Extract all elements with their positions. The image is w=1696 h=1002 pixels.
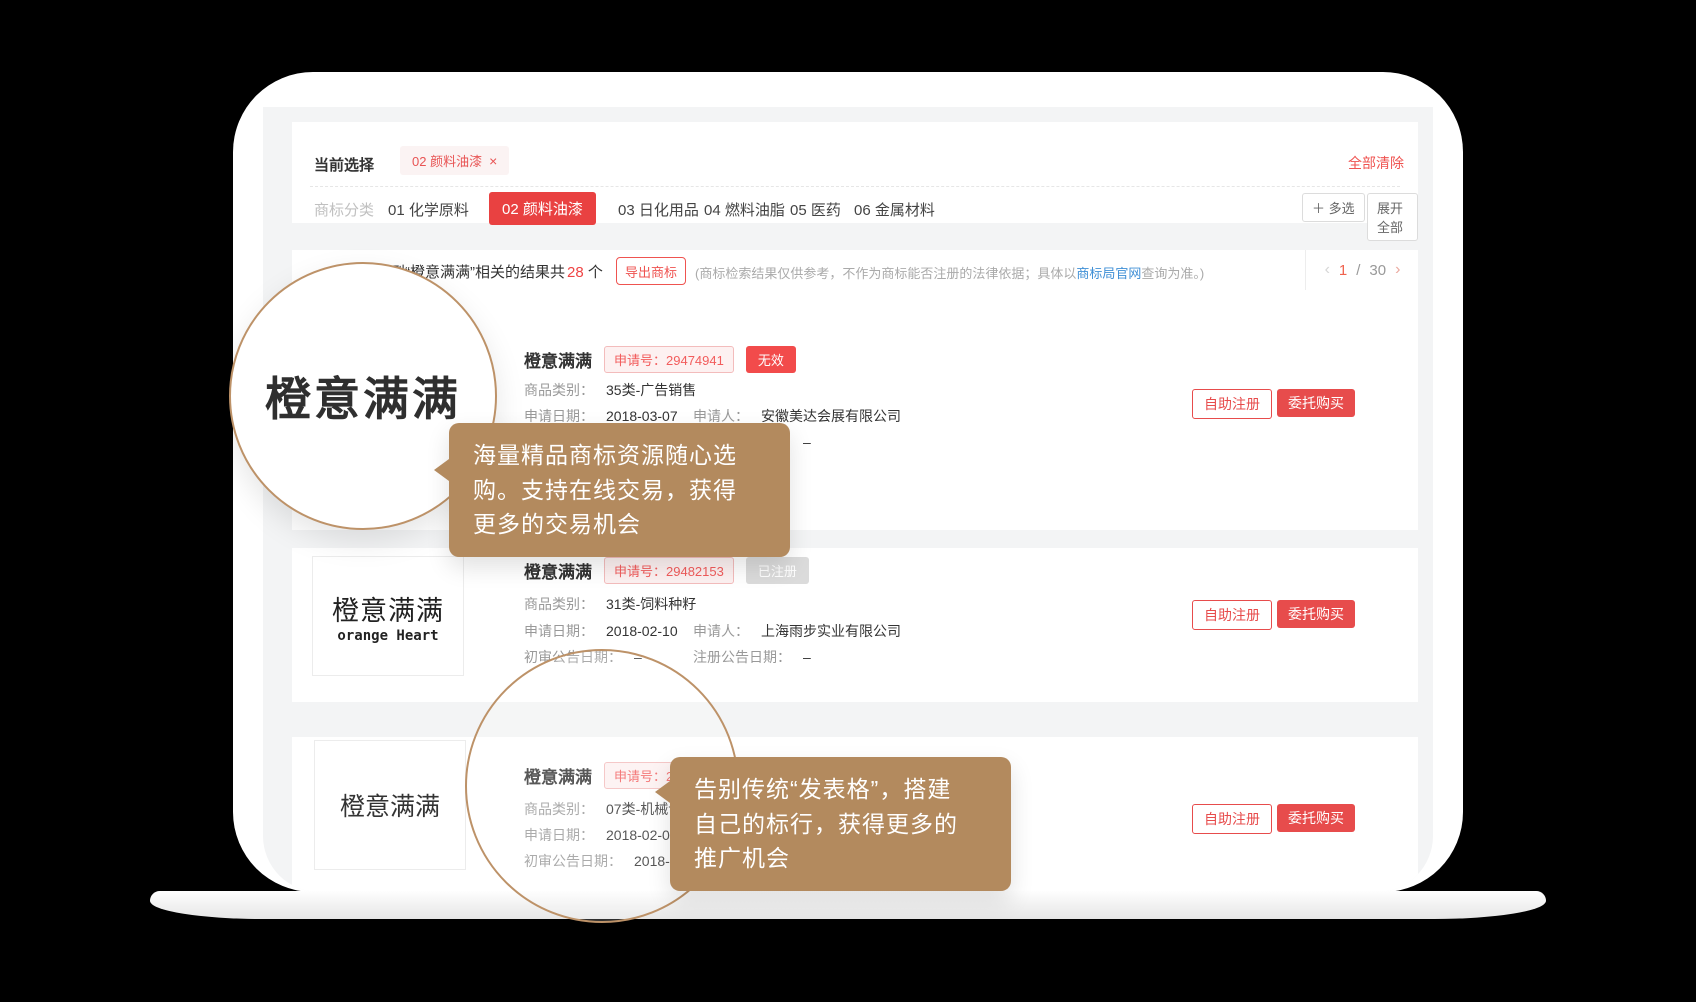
results-header: 检索到“橙意满满”相关的结果共28 个 导出商标 (商标检索结果仅供参考，不作为… <box>292 250 1418 291</box>
page-separator: / <box>1356 262 1360 279</box>
total-pages: 30 <box>1369 262 1386 279</box>
results-summary-suffix: 个 <box>588 264 603 281</box>
entrust-buy-button[interactable]: 委托购买 <box>1277 804 1355 832</box>
row2-title-line: 橙意满满 申请号：29482153 已注册 <box>524 557 809 583</box>
trademark-name: 橙意满满 <box>524 347 592 372</box>
trademark-image-text: 橙意满满 <box>332 589 444 628</box>
clear-all-button[interactable]: 全部清除 <box>1348 153 1404 173</box>
tooltip-marketplace: 海量精品商标资源随心选 购。支持在线交易，获得 更多的交易机会 <box>449 423 790 557</box>
result-row-2: 橙意满满 orange Heart 橙意满满 申请号：29482153 已注册 … <box>292 548 1418 702</box>
selected-filter-tag-text: 02 颜料油漆 <box>412 151 482 170</box>
row2-category-line: 商品类别：31类-饲料种籽 <box>524 594 696 614</box>
remove-filter-icon[interactable]: × <box>489 153 497 169</box>
category-item-03[interactable]: 03 日化用品 <box>618 199 699 220</box>
trademark-image-subtext: orange Heart <box>337 628 438 644</box>
category-item-06[interactable]: 06 金属材料 <box>854 199 935 220</box>
category-row-label: 商标分类 <box>314 199 374 220</box>
disclaimer-suffix: 查询为准。) <box>1141 266 1204 281</box>
row1-category-line: 商品类别：35类-广告销售 <box>524 380 696 400</box>
row2-applicant: 申请人：上海雨步实业有限公司 <box>693 621 901 641</box>
tooltip-arrow-left-icon <box>655 781 670 803</box>
selected-filter-tag[interactable]: 02 颜料油漆 × <box>400 146 509 175</box>
self-register-button[interactable]: 自助注册 <box>1192 600 1272 630</box>
trademark-image-text: 橙意满满 <box>340 787 440 823</box>
expand-all-button[interactable]: 展开全部 <box>1367 193 1418 241</box>
entrust-buy-button[interactable]: 委托购买 <box>1277 389 1355 417</box>
disclaimer-prefix: (商标检索结果仅供参考，不作为商标能否注册的法律依据；具体以 <box>695 266 1076 281</box>
current-page: 1 <box>1339 262 1347 279</box>
entrust-buy-button[interactable]: 委托购买 <box>1277 600 1355 628</box>
category-item-05[interactable]: 05 医药 <box>790 199 841 220</box>
status-badge-registered: 已注册 <box>746 557 809 584</box>
prev-page-icon[interactable]: ‹ <box>1325 261 1330 279</box>
trademark-name: 橙意满满 <box>524 558 592 583</box>
category-item-01[interactable]: 01 化学原料 <box>388 199 469 220</box>
category-item-02-selected[interactable]: 02 颜料油漆 <box>489 192 596 225</box>
row2-date-line: 申请日期：2018-02-10 申请人：上海雨步实业有限公司 <box>524 621 678 641</box>
laptop-base <box>150 891 1546 919</box>
trademark-image-2: 橙意满满 orange Heart <box>312 556 464 676</box>
status-badge-invalid: 无效 <box>746 346 796 373</box>
filter-card: 当前选择 02 颜料油漆 × 全部清除 商标分类 01 化学原料 02 颜料油漆… <box>292 122 1418 223</box>
export-trademark-button[interactable]: 导出商标 <box>616 257 686 285</box>
self-register-button[interactable]: 自助注册 <box>1192 389 1272 419</box>
magnified-trademark-text: 橙意满满 <box>265 363 461 429</box>
trademark-office-link[interactable]: 商标局官网 <box>1076 266 1141 281</box>
pagination: ‹ 1 / 30 › <box>1305 250 1419 290</box>
trademark-image-3: 橙意满满 <box>314 740 466 870</box>
multi-select-button[interactable]: ＋ 多选 <box>1302 193 1365 222</box>
row2-reg-notice: 注册公告日期：– <box>693 647 811 667</box>
row1-title-line: 橙意满满 申请号：29474941 无效 <box>524 346 796 372</box>
marketing-canvas: 当前选择 02 颜料油漆 × 全部清除 商标分类 01 化学原料 02 颜料油漆… <box>0 0 1696 1002</box>
current-selection-label: 当前选择 <box>314 154 374 175</box>
self-register-button[interactable]: 自助注册 <box>1192 804 1272 834</box>
application-number-tag: 申请号：29482153 <box>604 557 734 584</box>
category-item-04[interactable]: 04 燃料油脂 <box>704 199 785 220</box>
results-count: 28 <box>567 264 584 281</box>
tooltip-promotion: 告别传统“发表格”，搭建 自己的标行，获得更多的 推广机会 <box>670 757 1011 891</box>
next-page-icon[interactable]: › <box>1395 261 1400 279</box>
disclaimer-note: (商标检索结果仅供参考，不作为商标能否注册的法律依据；具体以商标局官网查询为准。… <box>695 263 1204 282</box>
application-number-tag: 申请号：29474941 <box>604 346 734 373</box>
tooltip-arrow-left-icon <box>434 459 449 481</box>
filter-divider <box>310 186 1400 187</box>
